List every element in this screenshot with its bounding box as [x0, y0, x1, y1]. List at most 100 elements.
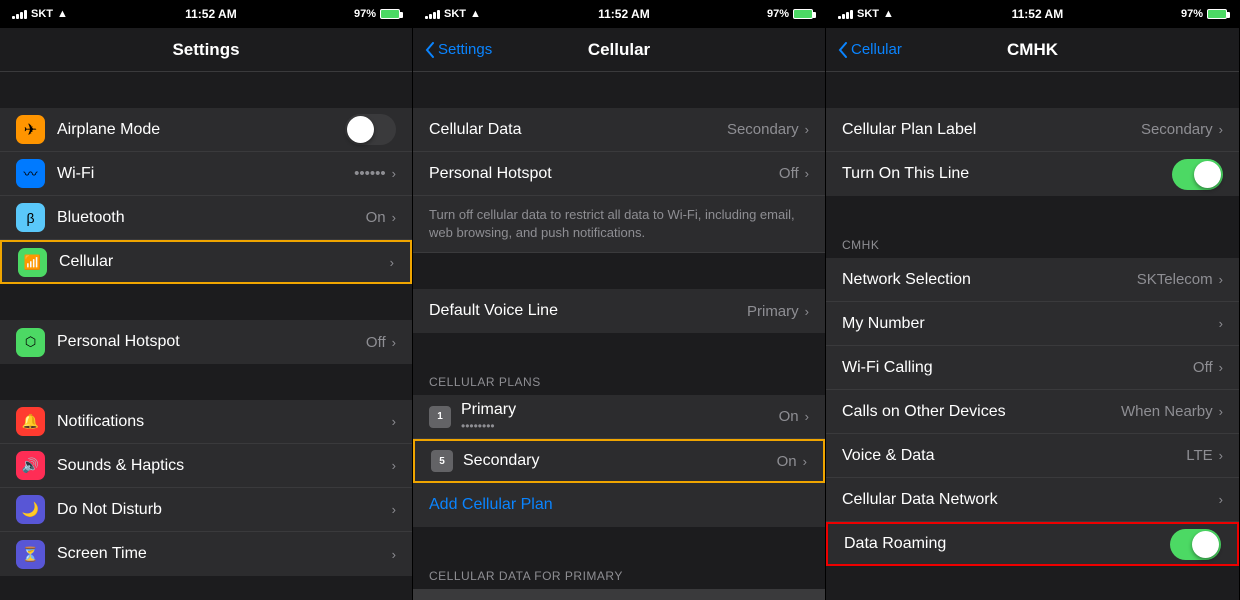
default-voice-chevron: ›: [805, 304, 809, 319]
battery-percent: 97%: [354, 8, 376, 20]
bluetooth-value: On: [366, 209, 386, 226]
cmhk-title: CMHK: [1007, 40, 1058, 60]
airplane-toggle[interactable]: [345, 114, 396, 145]
primary-plan-sub: ••••••••: [461, 419, 779, 433]
dnd-item[interactable]: 🌙 Do Not Disturb ›: [0, 488, 412, 532]
data-roaming-item[interactable]: Data Roaming: [826, 522, 1239, 566]
network-selection-value: SKTelecom: [1137, 271, 1213, 288]
wifi-item[interactable]: 〰 Wi-Fi •••••• ›: [0, 152, 412, 196]
cmhk-list: Cellular Plan Label Secondary › Turn On …: [826, 72, 1239, 600]
carrier-label-3: SKT: [857, 8, 879, 20]
bluetooth-item[interactable]: β Bluetooth On ›: [0, 196, 412, 240]
hotspot-label: Personal Hotspot: [57, 333, 366, 351]
secondary-plan-value: On: [777, 453, 797, 470]
network-selection-item[interactable]: Network Selection SKTelecom ›: [826, 258, 1239, 302]
airplane-mode-item[interactable]: ✈ Airplane Mode: [0, 108, 412, 152]
notifications-icon: 🔔: [16, 407, 45, 436]
battery-area-2: 97%: [767, 8, 813, 20]
secondary-plan-label: Secondary: [463, 452, 777, 470]
dnd-icon: 🌙: [16, 495, 45, 524]
secondary-plan-chevron: ›: [803, 454, 807, 469]
personal-hotspot-item[interactable]: Personal Hotspot Off ›: [413, 152, 825, 196]
cellular-label: Cellular: [59, 253, 390, 271]
cmhk-group-2: Network Selection SKTelecom › My Number …: [826, 258, 1239, 566]
battery-percent-2: 97%: [767, 8, 789, 20]
wifi-status-icon: ▲: [57, 8, 68, 20]
plan-label-text: Cellular Plan Label: [842, 121, 1141, 139]
calls-other-devices-item[interactable]: Calls on Other Devices When Nearby ›: [826, 390, 1239, 434]
back-to-settings-button[interactable]: Settings: [425, 41, 492, 58]
primary-plan-icon: 1: [429, 406, 451, 428]
status-bar-2: SKT ▲ 11:52 AM 97%: [413, 0, 825, 28]
secondary-plan-icon: 5: [431, 450, 453, 472]
cmhk-panel: SKT ▲ 11:52 AM 97% Cellular CMHK Cellula…: [826, 0, 1239, 600]
cellular-data-network-item[interactable]: Cellular Data Network ›: [826, 478, 1239, 522]
wifi-calling-item[interactable]: Wi-Fi Calling Off ›: [826, 346, 1239, 390]
sounds-label: Sounds & Haptics: [57, 457, 392, 475]
cellular-item[interactable]: 📶 Cellular ›: [0, 240, 412, 284]
calls-other-devices-label: Calls on Other Devices: [842, 403, 1121, 421]
time-label-2: 11:52 AM: [598, 7, 650, 21]
personal-hotspot-chevron: ›: [805, 166, 809, 181]
carrier-label-2: SKT: [444, 8, 466, 20]
secondary-plan-item[interactable]: 5 Secondary On ›: [413, 439, 825, 483]
data-roaming-toggle[interactable]: [1170, 529, 1221, 560]
settings-group-2: ⬡ Personal Hotspot Off ›: [0, 320, 412, 364]
default-voice-value: Primary: [747, 303, 799, 320]
wifi-status-icon-3: ▲: [883, 8, 894, 20]
sounds-icon: 🔊: [16, 451, 45, 480]
carrier-label: SKT: [31, 8, 53, 20]
back-label: Settings: [438, 41, 492, 58]
calls-other-devices-value: When Nearby: [1121, 403, 1213, 420]
primary-plan-chevron: ›: [805, 409, 809, 424]
settings-group-1: ✈ Airplane Mode 〰 Wi-Fi •••••• › β Bluet…: [0, 108, 412, 284]
cellular-data-network-label: Cellular Data Network: [842, 491, 1219, 509]
cellular-chevron-icon: ›: [390, 255, 394, 270]
dnd-label: Do Not Disturb: [57, 501, 392, 519]
cellular-plans-header: CELLULAR PLANS: [413, 369, 825, 395]
signal-icon-2: [425, 9, 440, 19]
screentime-item[interactable]: ⏳ Screen Time ›: [0, 532, 412, 576]
cellular-group-2: Default Voice Line Primary ›: [413, 289, 825, 333]
primary-plan-item[interactable]: 1 Primary •••••••• On ›: [413, 395, 825, 439]
screentime-chevron-icon: ›: [392, 547, 396, 562]
personal-hotspot-label: Personal Hotspot: [429, 165, 779, 183]
wifi-label: Wi-Fi: [57, 165, 354, 183]
cellular-list: Cellular Data Secondary › Personal Hotsp…: [413, 72, 825, 600]
hotspot-item[interactable]: ⬡ Personal Hotspot Off ›: [0, 320, 412, 364]
cellular-panel: SKT ▲ 11:52 AM 97% Settings Cellular Cel…: [413, 0, 826, 600]
turn-on-line-toggle[interactable]: [1172, 159, 1223, 190]
cmhk-section-header: CMHK: [826, 232, 1239, 258]
cellular-data-network-chevron: ›: [1219, 492, 1223, 507]
settings-panel: SKT ▲ 11:52 AM 97% Settings ✈ Airplane M…: [0, 0, 413, 600]
back-label-2: Cellular: [851, 41, 902, 58]
plan-label-item[interactable]: Cellular Plan Label Secondary ›: [826, 108, 1239, 152]
default-voice-label: Default Voice Line: [429, 302, 747, 320]
cellular-data-item[interactable]: Cellular Data Secondary ›: [413, 108, 825, 152]
airplane-icon: ✈: [16, 115, 45, 144]
settings-list: ✈ Airplane Mode 〰 Wi-Fi •••••• › β Bluet…: [0, 72, 412, 600]
status-bar-3: SKT ▲ 11:52 AM 97%: [826, 0, 1239, 28]
add-cellular-plan-item[interactable]: Add Cellular Plan: [413, 483, 825, 527]
notifications-item[interactable]: 🔔 Notifications ›: [0, 400, 412, 444]
signal-icon-3: [838, 9, 853, 19]
cellular-icon: 📶: [18, 248, 47, 277]
wifi-status-icon-2: ▲: [470, 8, 481, 20]
my-number-item[interactable]: My Number ›: [826, 302, 1239, 346]
voice-data-item[interactable]: Voice & Data LTE ›: [826, 434, 1239, 478]
cellular-data-primary-header: CELLULAR DATA FOR PRIMARY: [413, 563, 825, 589]
hotspot-icon: ⬡: [16, 328, 45, 357]
default-voice-item[interactable]: Default Voice Line Primary ›: [413, 289, 825, 333]
settings-group-3: 🔔 Notifications › 🔊 Sounds & Haptics › 🌙…: [0, 400, 412, 576]
back-to-cellular-button[interactable]: Cellular: [838, 41, 902, 58]
primary-plan-value: On: [779, 408, 799, 425]
cellular-group-1: Cellular Data Secondary › Personal Hotsp…: [413, 108, 825, 253]
plan-label-value: Secondary: [1141, 121, 1213, 138]
billing-period-item[interactable]: This Billing Period: [413, 589, 825, 600]
screentime-icon: ⏳: [16, 540, 45, 569]
dnd-chevron-icon: ›: [392, 502, 396, 517]
network-selection-chevron: ›: [1219, 272, 1223, 287]
turn-on-line-item[interactable]: Turn On This Line: [826, 152, 1239, 196]
signal-icon: [12, 9, 27, 19]
sounds-item[interactable]: 🔊 Sounds & Haptics ›: [0, 444, 412, 488]
